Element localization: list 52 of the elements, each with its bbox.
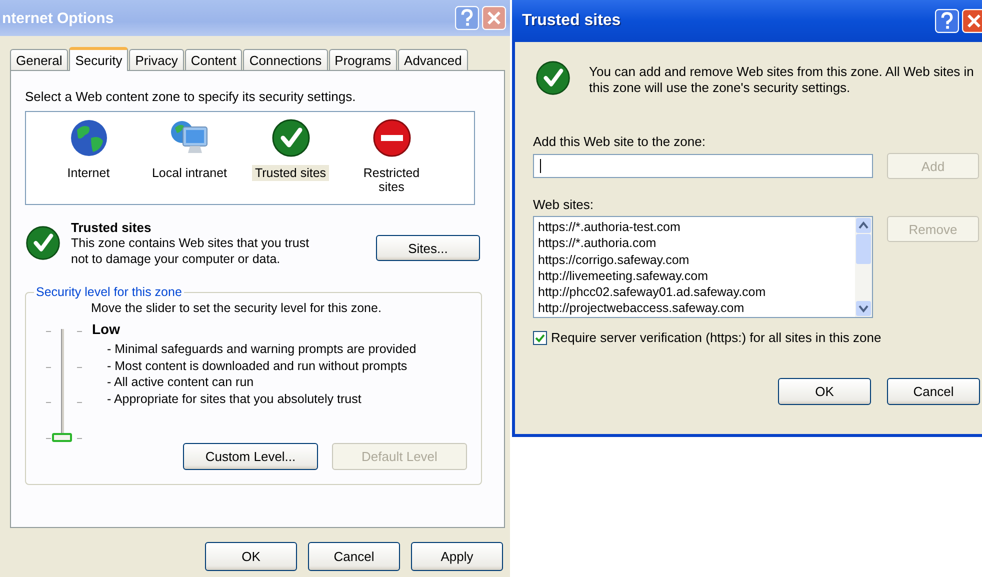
intro-text: You can add and remove Web sites from this zone. All Web sites in this zone will use the zone's security settings. [589,64,975,96]
level-description: - Minimal safeguards and warning prompts are provided [107,341,416,358]
tab[interactable]: Content [184,49,242,70]
zone-description: This zone contains Web sites that you trust not to damage your computer or data. [71,234,310,266]
tab[interactable]: Advanced [398,49,468,70]
zone-title: Trusted sites [71,220,152,234]
instruction-text: Select a Web content zone to specify its security settings. [25,89,357,104]
slider-hint: Move the slider to set the security level for this zone. [91,301,382,315]
sites-button[interactable]: Sites... [376,235,480,261]
dialog-button[interactable]: Cancel [308,542,400,571]
checkmark-icon[interactable] [270,118,310,158]
dialog-button[interactable]: OK [205,542,297,571]
globe-icon[interactable] [68,118,108,158]
website-entry[interactable]: http://livemeeting.safeway.com [538,268,766,284]
zone-label[interactable]: Local intranet [148,165,230,181]
list-label: Web sites: [533,197,594,212]
website-entry[interactable]: http://projectwebaccess.safeway.com [538,300,766,317]
zone-label[interactable]: Internet [64,165,113,181]
scrollbar[interactable] [855,217,872,317]
dialog-button[interactable]: Apply [411,542,503,571]
no-entry-icon[interactable] [372,118,412,158]
group-legend: Security level for this zone [34,285,184,299]
checkbox[interactable] [533,330,547,344]
checkmark-icon [25,225,61,261]
website-entry[interactable]: https://*.authoria-test.com [538,219,766,236]
field-label: Add this Web site to the zone: [533,134,706,149]
website-entry[interactable]: https://*.authoria.com [538,235,766,252]
level-description: - All active content can run [107,374,255,390]
help-icon[interactable] [935,9,959,33]
dialog-button[interactable]: OK [778,378,871,405]
tab[interactable]: Connections [243,49,328,70]
website-input-field[interactable] [533,154,873,178]
website-entry[interactable]: https://corrigo.safeway.com [538,252,766,268]
tab[interactable]: Programs [328,49,398,70]
dialog-button[interactable]: Cancel [887,378,980,405]
level-name: Low [92,321,121,337]
level-button[interactable]: Custom Level... [183,443,318,470]
zone-label[interactable]: Trusted sites [252,165,330,181]
tab[interactable]: General [10,49,68,70]
tab[interactable]: Privacy [129,49,184,70]
zone-label[interactable]: Restricted sites [349,165,434,195]
close-icon[interactable] [962,9,982,33]
slider-thumb[interactable] [52,433,72,442]
checkbox-label[interactable]: Require server verification (https:) for all sites in this zone [551,330,882,345]
website-entry[interactable]: http://phcc02.safeway01.ad.safeway.com [538,284,766,300]
window-title: nternet Options [1,10,114,26]
window-title: Trusted sites [521,12,621,30]
level-description: - Appropriate for sites that you absolutely trust [107,390,362,407]
level-description: - Most content is downloaded and run without prompts [107,358,408,374]
tab[interactable]: Security [69,47,128,71]
checkmark-icon [535,60,571,96]
security-slider[interactable] [46,331,82,443]
